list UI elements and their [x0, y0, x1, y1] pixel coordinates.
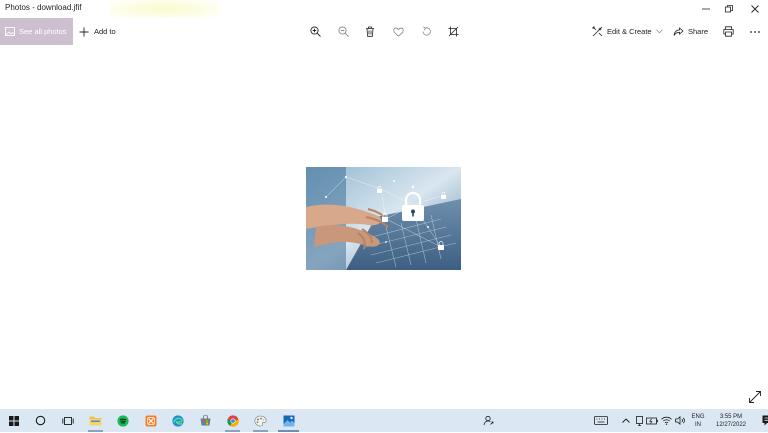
more-options-button[interactable]	[746, 18, 764, 45]
plus-icon	[79, 27, 89, 36]
action-center-button[interactable]: 5	[757, 415, 768, 426]
more-icon	[750, 30, 760, 33]
displayed-photo	[306, 167, 461, 270]
title-bar-glow	[110, 0, 220, 18]
chrome-icon	[226, 414, 239, 427]
photos-app[interactable]	[275, 409, 302, 432]
share-label: Share	[688, 27, 709, 36]
store-app[interactable]	[192, 409, 219, 432]
title-bar: Photos - download.jfif	[0, 0, 768, 18]
keyboard-icon	[594, 416, 608, 425]
see-all-photos-button[interactable]: See all photos	[0, 18, 73, 45]
crop-icon	[448, 26, 458, 37]
photo-image	[306, 167, 461, 270]
printer-icon	[722, 26, 734, 37]
photos-toolbar: See all photos Add to Edit & Create Shar…	[0, 18, 768, 45]
file-explorer-app[interactable]	[82, 409, 109, 432]
windows-taskbar: ENG IN 3:55 PM 12/27/2022 5	[0, 409, 768, 432]
zoom-out-icon	[337, 26, 349, 37]
speaker-icon	[674, 416, 685, 425]
device-tray-icon-button[interactable]	[633, 415, 645, 426]
edit-create-icon	[592, 26, 603, 37]
task-view-icon	[61, 416, 74, 425]
full-screen-button[interactable]	[748, 390, 762, 404]
see-all-photos-label: See all photos	[19, 27, 67, 36]
chrome-app[interactable]	[219, 409, 246, 432]
rotate-icon	[422, 26, 431, 36]
search-button[interactable]	[27, 409, 54, 432]
window-title: Photos - download.jfif	[5, 3, 82, 12]
print-button[interactable]	[719, 18, 737, 45]
spotify-app[interactable]	[109, 409, 136, 432]
clock-button[interactable]: 3:55 PM 12/27/2022	[709, 413, 753, 429]
notification-icon	[762, 415, 768, 426]
system-tray: ENG IN 3:55 PM 12/27/2022 5	[592, 409, 768, 432]
add-to-label: Add to	[94, 27, 116, 36]
volume-button[interactable]	[673, 416, 687, 425]
language-region: IN	[695, 421, 701, 428]
minimize-icon	[702, 8, 710, 10]
expand-icon	[749, 391, 761, 403]
zoom-in-icon	[309, 26, 321, 37]
edge-app[interactable]	[164, 409, 191, 432]
edit-create-button[interactable]: Edit & Create	[592, 18, 663, 45]
close-icon	[751, 5, 759, 13]
share-button[interactable]: Share	[673, 18, 708, 45]
chevron-down-icon	[655, 29, 663, 34]
spotify-icon	[116, 414, 129, 427]
start-button[interactable]	[0, 409, 27, 432]
folder-icon	[89, 416, 102, 426]
crop-button[interactable]	[444, 18, 462, 45]
xampp-icon	[145, 415, 156, 426]
restore-button[interactable]	[716, 0, 742, 18]
clock-time: 3:55 PM	[719, 413, 743, 420]
trash-icon	[366, 26, 374, 37]
people-icon	[483, 415, 494, 426]
windows-logo-icon	[8, 415, 19, 426]
add-to-button[interactable]: Add to	[79, 18, 116, 45]
input-language-button[interactable]: ENG IN	[689, 413, 707, 429]
language-code: ENG	[691, 413, 705, 420]
usb-device-icon	[635, 415, 643, 426]
edge-icon	[171, 414, 184, 427]
battery-charging-icon	[646, 417, 658, 424]
chevron-up-icon	[622, 418, 630, 423]
rotate-button[interactable]	[417, 18, 435, 45]
paint-app[interactable]	[247, 409, 274, 432]
wifi-icon	[660, 416, 672, 425]
paint-palette-icon	[254, 415, 267, 426]
xampp-app[interactable]	[137, 409, 164, 432]
network-button[interactable]	[659, 416, 673, 425]
gallery-icon	[5, 27, 15, 36]
close-button[interactable]	[742, 0, 768, 18]
battery-button[interactable]	[645, 417, 659, 425]
heart-icon	[392, 27, 404, 36]
restore-icon	[725, 5, 733, 13]
zoom-in-button[interactable]	[306, 18, 324, 45]
delete-button[interactable]	[361, 18, 379, 45]
show-hidden-icons-button[interactable]	[619, 418, 633, 423]
task-view-button[interactable]	[54, 409, 81, 432]
cortana-circle-icon	[35, 415, 46, 426]
favorite-button[interactable]	[389, 18, 407, 45]
shopping-bag-icon	[200, 415, 211, 426]
share-icon	[673, 26, 684, 36]
people-button[interactable]	[475, 409, 502, 432]
edit-create-label: Edit & Create	[607, 27, 652, 36]
touch-keyboard-button[interactable]	[592, 416, 610, 425]
photos-icon	[283, 415, 294, 426]
clock-date: 12/27/2022	[715, 421, 747, 428]
zoom-out-button[interactable]	[334, 18, 352, 45]
